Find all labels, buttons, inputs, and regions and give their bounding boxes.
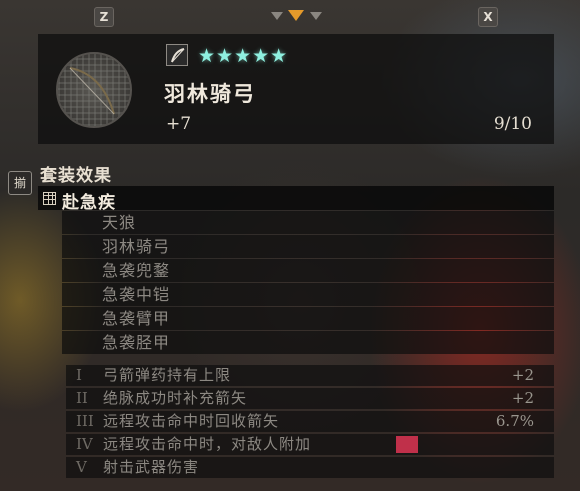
set-bonus-row: V 射击武器伤害	[66, 457, 554, 478]
bonus-text: 远程攻击命中时，对敌人附加	[103, 435, 312, 453]
set-pieces-list: 天狼 羽林骑弓 急袭兜鍪 急袭中铠 急袭臂甲 急袭胫甲	[62, 211, 554, 355]
top-bar: Z X	[0, 0, 580, 34]
bonus-text: 射击武器伤害	[103, 458, 200, 476]
bonus-value: +2	[511, 366, 534, 384]
bonus-tier: I	[76, 366, 82, 384]
bonus-value: +2	[511, 389, 534, 407]
weapon-name: 羽林骑弓	[164, 81, 256, 106]
set-piece: 羽林骑弓	[62, 235, 554, 258]
bonus-text: 弓箭弹药持有上限	[103, 366, 232, 384]
set-bonus-row: III 远程攻击命中时回收箭矢 6.7%	[66, 411, 554, 432]
bow-icon	[166, 44, 188, 66]
side-tab-button[interactable]: 揃	[8, 171, 32, 195]
bonus-text: 远程攻击命中时回收箭矢	[103, 412, 280, 430]
set-bonus-row: II 绝脉成功时补充箭矢 +2	[66, 388, 554, 409]
prev-key-button[interactable]: Z	[94, 7, 114, 27]
page-right-arrow-icon[interactable]	[310, 12, 322, 20]
bonus-value: 6.7%	[495, 412, 534, 430]
rarity-stars: ★★★★★	[198, 45, 289, 67]
page-current-indicator-icon	[288, 10, 304, 21]
bonus-text: 绝脉成功时补充箭矢	[103, 389, 248, 407]
next-key-button[interactable]: X	[478, 7, 498, 27]
status-effect-icon	[396, 436, 418, 453]
set-piece: 急袭兜鍪	[62, 259, 554, 282]
bonus-tier: II	[76, 389, 88, 407]
set-piece: 天狼	[62, 211, 554, 234]
set-bonus-row: I 弓箭弹药持有上限 +2	[66, 365, 554, 386]
page-left-arrow-icon[interactable]	[271, 12, 283, 20]
set-header: 赴急疾	[38, 186, 554, 213]
durability: 9/10	[493, 114, 532, 134]
weapon-emblem-icon	[56, 52, 132, 128]
set-piece: 急袭臂甲	[62, 307, 554, 330]
set-grid-icon	[43, 192, 56, 205]
set-name: 赴急疾	[62, 193, 116, 213]
bonus-tier: III	[76, 412, 94, 430]
item-info-panel: ★★★★★ 羽林骑弓 +7 9/10	[38, 34, 554, 144]
set-piece: 急袭中铠	[62, 283, 554, 306]
set-bonus-row: IV 远程攻击命中时，对敌人附加	[66, 434, 554, 455]
set-piece: 急袭胫甲	[62, 331, 554, 354]
bonus-tier: V	[76, 458, 87, 476]
bonus-tier: IV	[76, 435, 93, 453]
set-effects-title: 套装效果	[40, 166, 112, 186]
enhance-level: +7	[166, 114, 192, 134]
set-bonus-list: I 弓箭弹药持有上限 +2 II 绝脉成功时补充箭矢 +2 III 远程攻击命中…	[66, 365, 554, 480]
